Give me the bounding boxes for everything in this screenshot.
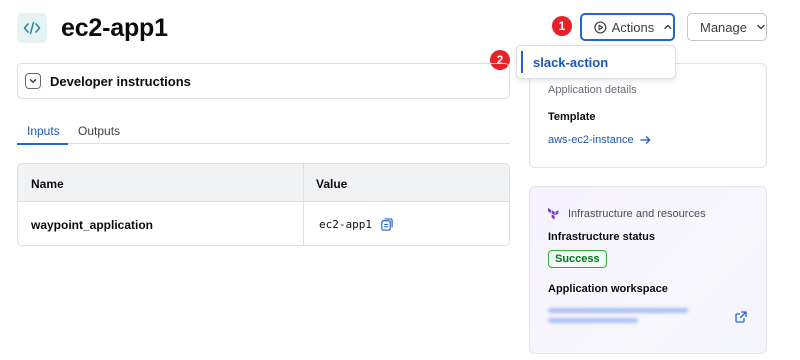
tab-outputs[interactable]: Outputs <box>78 124 120 144</box>
annotation-badge-1: 1 <box>552 16 572 36</box>
external-link-button[interactable] <box>735 310 747 328</box>
menu-item-slack-action[interactable]: slack-action <box>521 51 671 73</box>
chevron-up-icon <box>664 24 672 30</box>
table-cell-name: waypoint_application <box>31 218 154 232</box>
template-link-text: aws-ec2-instance <box>548 134 634 146</box>
column-header-name: Name <box>31 177 64 191</box>
template-label: Template <box>548 111 596 123</box>
manage-button[interactable]: Manage <box>687 13 767 41</box>
manage-button-label: Manage <box>700 19 747 35</box>
tab-inputs[interactable]: Inputs <box>17 124 68 145</box>
value-text: ec2-app1 <box>319 218 372 231</box>
infrastructure-card: Infrastructure and resources Infrastruct… <box>529 186 767 354</box>
actions-button-label: Actions <box>611 19 655 35</box>
expand-toggle[interactable] <box>25 73 41 89</box>
play-circle-icon <box>594 20 607 34</box>
workspace-label: Application workspace <box>548 283 668 295</box>
inputs-table: Name Value waypoint_application ec2-app1 <box>17 163 510 246</box>
actions-button[interactable]: Actions <box>580 13 675 41</box>
infra-status-label: Infrastructure status <box>548 231 655 243</box>
status-badge: Success <box>548 250 607 268</box>
tab-bar: Inputs Outputs <box>17 121 510 145</box>
column-separator <box>303 164 304 245</box>
infra-card-heading: Infrastructure and resources <box>568 207 706 220</box>
table-cell-value: ec2-app1 <box>319 218 393 231</box>
template-link[interactable]: aws-ec2-instance <box>548 134 651 146</box>
terraform-icon <box>547 207 559 220</box>
chevron-down-icon <box>29 79 37 83</box>
chevron-down-icon <box>757 24 765 30</box>
page-title: ec2-app1 <box>61 14 168 42</box>
arrow-right-icon <box>639 136 650 144</box>
code-icon <box>23 21 41 35</box>
infra-card-header: Infrastructure and resources <box>547 207 706 220</box>
external-link-icon <box>735 311 747 323</box>
card-heading: Application details <box>548 84 637 96</box>
table-header: Name Value <box>18 164 509 202</box>
actions-dropdown-menu: slack-action <box>516 45 676 79</box>
copy-icon <box>381 218 393 231</box>
column-header-value: Value <box>316 177 348 191</box>
developer-instructions-label: Developer instructions <box>50 73 191 89</box>
workspace-link-redacted[interactable] <box>548 308 698 330</box>
copy-button[interactable] <box>380 218 393 231</box>
app-icon <box>17 13 47 43</box>
developer-instructions-panel[interactable]: Developer instructions <box>17 63 510 99</box>
